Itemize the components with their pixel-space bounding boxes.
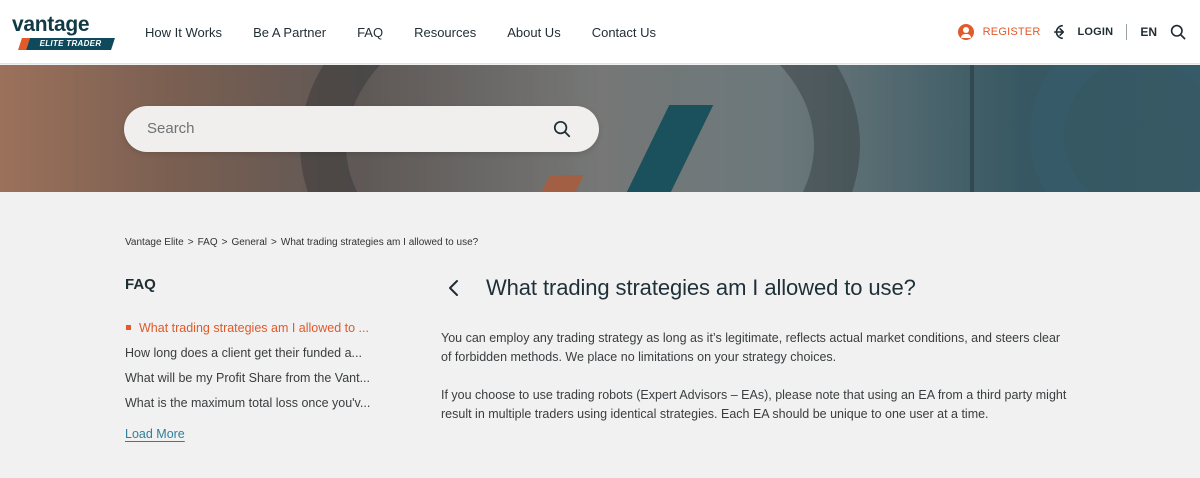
load-more-link[interactable]: Load More bbox=[125, 427, 185, 441]
faq-list-item-label: What trading strategies am I allowed to … bbox=[139, 321, 369, 335]
faq-list-item[interactable]: How long does a client get their funded … bbox=[125, 345, 395, 370]
logo-badge: ELITE TRADER bbox=[26, 38, 115, 50]
breadcrumb-current: What trading strategies am I allowed to … bbox=[280, 237, 479, 248]
language-selector[interactable]: EN bbox=[1140, 25, 1157, 39]
faq-list-item-active[interactable]: What trading strategies am I allowed to … bbox=[125, 320, 395, 345]
header-actions: REGISTER LOGIN EN bbox=[957, 0, 1186, 64]
nav-contact-us[interactable]: Contact Us bbox=[592, 25, 656, 40]
logo-wordmark: vantage bbox=[12, 13, 90, 36]
user-circle-icon[interactable] bbox=[957, 24, 974, 40]
chevron-left-icon[interactable] bbox=[443, 277, 465, 299]
search-icon[interactable] bbox=[553, 120, 571, 138]
nav-be-a-partner[interactable]: Be A Partner bbox=[253, 25, 326, 40]
active-bullet-icon bbox=[126, 325, 131, 330]
faq-list-item[interactable]: What is the maximum total loss once you'… bbox=[125, 395, 395, 420]
breadcrumb-general[interactable]: General bbox=[231, 237, 267, 248]
site-header: vantage ELITE TRADER How It Works Be A P… bbox=[0, 0, 1200, 64]
search-input[interactable]: Search bbox=[147, 120, 195, 137]
faq-list-item[interactable]: What will be my Profit Share from the Va… bbox=[125, 370, 395, 395]
faq-search-bar[interactable]: Search bbox=[124, 106, 599, 152]
main-nav: How It Works Be A Partner FAQ Resources … bbox=[145, 0, 687, 64]
breadcrumb-separator: > bbox=[187, 237, 194, 248]
faq-question-list: What trading strategies am I allowed to … bbox=[125, 320, 395, 420]
sidebar-title: FAQ bbox=[125, 276, 156, 293]
breadcrumb: Vantage Elite > FAQ > General > What tra… bbox=[125, 237, 478, 248]
register-link[interactable]: REGISTER bbox=[983, 26, 1041, 38]
breadcrumb-separator: > bbox=[221, 237, 228, 248]
nav-how-it-works[interactable]: How It Works bbox=[145, 25, 222, 40]
login-arrow-icon[interactable] bbox=[1052, 23, 1070, 41]
header-divider bbox=[1126, 24, 1128, 40]
nav-resources[interactable]: Resources bbox=[414, 25, 476, 40]
article-title: What trading strategies am I allowed to … bbox=[486, 275, 916, 300]
breadcrumb-separator: > bbox=[271, 237, 277, 248]
nav-about-us[interactable]: About Us bbox=[507, 25, 560, 40]
login-link[interactable]: LOGIN bbox=[1077, 26, 1113, 38]
vantage-logo[interactable]: vantage ELITE TRADER bbox=[12, 13, 116, 51]
breadcrumb-home[interactable]: Vantage Elite bbox=[125, 237, 184, 248]
nav-faq[interactable]: FAQ bbox=[357, 25, 383, 40]
article-paragraph: You can employ any trading strategy as l… bbox=[441, 331, 1061, 364]
breadcrumb-faq[interactable]: FAQ bbox=[198, 237, 218, 248]
article-paragraph: If you choose to use trading robots (Exp… bbox=[441, 388, 1067, 421]
search-icon[interactable] bbox=[1170, 24, 1186, 40]
